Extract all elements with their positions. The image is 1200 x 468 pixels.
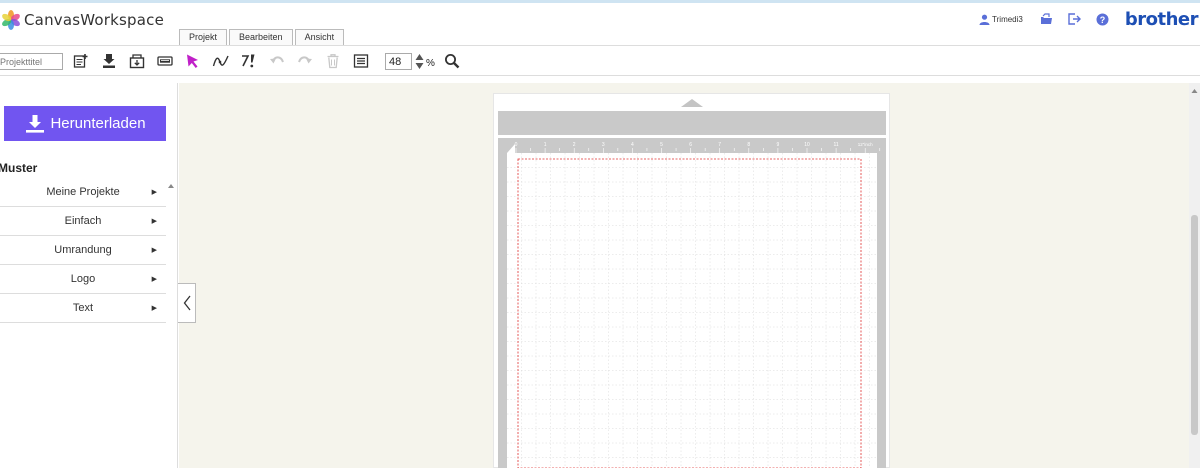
menu-tab-ansicht[interactable]: Ansicht <box>294 29 345 45</box>
mat-scale-label: 10 <box>804 142 810 148</box>
search-zoom-icon[interactable] <box>443 52 461 70</box>
chevron-left-icon <box>183 295 191 311</box>
category-umrandung[interactable]: Umrandung ▶ <box>0 236 166 265</box>
mat-feed-arrow-icon <box>681 99 703 107</box>
category-logo[interactable]: Logo ▶ <box>0 265 166 294</box>
category-label: Logo <box>70 273 96 285</box>
draw-path-icon[interactable] <box>240 52 258 70</box>
mat-cutting-area <box>507 153 877 468</box>
save-download-icon[interactable] <box>100 52 118 70</box>
mat-scale-label: 5 <box>660 142 663 148</box>
mat-scale-label: 9 <box>777 142 780 148</box>
category-einfach[interactable]: Einfach ▶ <box>0 207 166 236</box>
zoom-level-input[interactable] <box>385 53 412 70</box>
mat-scale-label: 12"inch <box>858 142 873 147</box>
delete-icon[interactable] <box>324 52 342 70</box>
canvas-scrollbar[interactable] <box>1189 83 1200 468</box>
cutting-mat[interactable]: 0 1 2 3 4 5 6 7 8 9 10 11 12"inch <box>498 96 888 468</box>
category-text[interactable]: Text ▶ <box>0 294 166 323</box>
new-project-icon[interactable] <box>72 52 90 70</box>
folder-open-icon[interactable] <box>1040 12 1054 26</box>
import-icon[interactable] <box>128 52 146 70</box>
sidebar: Herunterladen Muster Meine Projekte ▶ Ei… <box>0 83 178 468</box>
mat-scale-label: 0 <box>515 142 518 148</box>
chevron-right-icon: ▶ <box>151 305 157 312</box>
scrollbar-thumb[interactable] <box>1191 215 1198 435</box>
download-icon <box>26 114 45 133</box>
download-button[interactable]: Herunterladen <box>4 106 166 141</box>
category-list: Meine Projekte ▶ Einfach ▶ Umrandung ▶ L… <box>0 178 166 323</box>
project-title-input[interactable] <box>0 53 63 70</box>
brother-logo[interactable]: brother <box>1125 9 1199 30</box>
category-label: Einfach <box>64 215 102 227</box>
zoom-down-icon <box>415 63 424 69</box>
collapse-sidebar-button[interactable] <box>178 283 196 323</box>
username: Trimedi3 <box>992 14 1023 24</box>
svg-text:?: ? <box>1100 15 1106 25</box>
mat-scale-label: 7 <box>718 142 721 148</box>
chevron-right-icon: ▶ <box>151 189 157 196</box>
mat-top-bar <box>498 111 886 135</box>
scroll-up-icon <box>1191 89 1198 93</box>
sidebar-scrollbar[interactable] <box>166 178 176 468</box>
node-edit-icon[interactable] <box>212 52 230 70</box>
logout-icon[interactable] <box>1068 12 1082 26</box>
canvasworkspace-logo-icon <box>0 9 22 31</box>
app-logo[interactable]: CanvasWorkspace <box>0 9 164 31</box>
mat-scale-label: 11 <box>833 142 838 148</box>
download-label: Herunterladen <box>50 115 146 132</box>
menu-tab-bearbeiten[interactable]: Bearbeiten <box>229 29 293 45</box>
mat-scale-label: 2 <box>573 142 576 148</box>
undo-icon[interactable] <box>268 52 286 70</box>
mat-scale-label: 1 <box>544 142 547 148</box>
zoom-up-icon <box>415 54 424 60</box>
mat-scale-label: 6 <box>689 142 692 148</box>
help-icon[interactable]: ? <box>1096 12 1110 26</box>
menu-tabs: Projekt Bearbeiten Ansicht <box>179 29 346 45</box>
category-label: Meine Projekte <box>46 186 120 198</box>
chevron-right-icon: ▶ <box>151 218 157 225</box>
app-header: CanvasWorkspace Projekt Bearbeiten Ansic… <box>0 3 1200 45</box>
properties-list-icon[interactable] <box>352 52 370 70</box>
user-menu[interactable]: Trimedi3 <box>979 14 1023 25</box>
category-meine-projekte[interactable]: Meine Projekte ▶ <box>0 178 166 207</box>
chevron-right-icon: ▶ <box>151 247 157 254</box>
chevron-right-icon: ▶ <box>151 276 157 283</box>
muster-section-title: Muster <box>0 161 38 175</box>
mat-scale-label: 3 <box>602 142 605 148</box>
user-icon <box>979 14 990 25</box>
zoom-unit: % <box>426 58 435 69</box>
app-name: CanvasWorkspace <box>24 11 165 29</box>
toolbar: % <box>0 45 1200 76</box>
mat-scale-label: 8 <box>747 142 750 148</box>
mat-scale-label: 4 <box>631 142 634 148</box>
select-tool-icon[interactable] <box>184 52 202 70</box>
scan-icon[interactable] <box>156 52 174 70</box>
redo-icon[interactable] <box>296 52 314 70</box>
scroll-up-icon <box>168 184 174 188</box>
category-label: Umrandung <box>54 244 112 256</box>
category-label: Text <box>72 302 94 314</box>
menu-tab-projekt[interactable]: Projekt <box>179 29 228 45</box>
zoom-stepper[interactable] <box>414 52 425 71</box>
header-right: Trimedi3 ? brother <box>979 9 1200 30</box>
